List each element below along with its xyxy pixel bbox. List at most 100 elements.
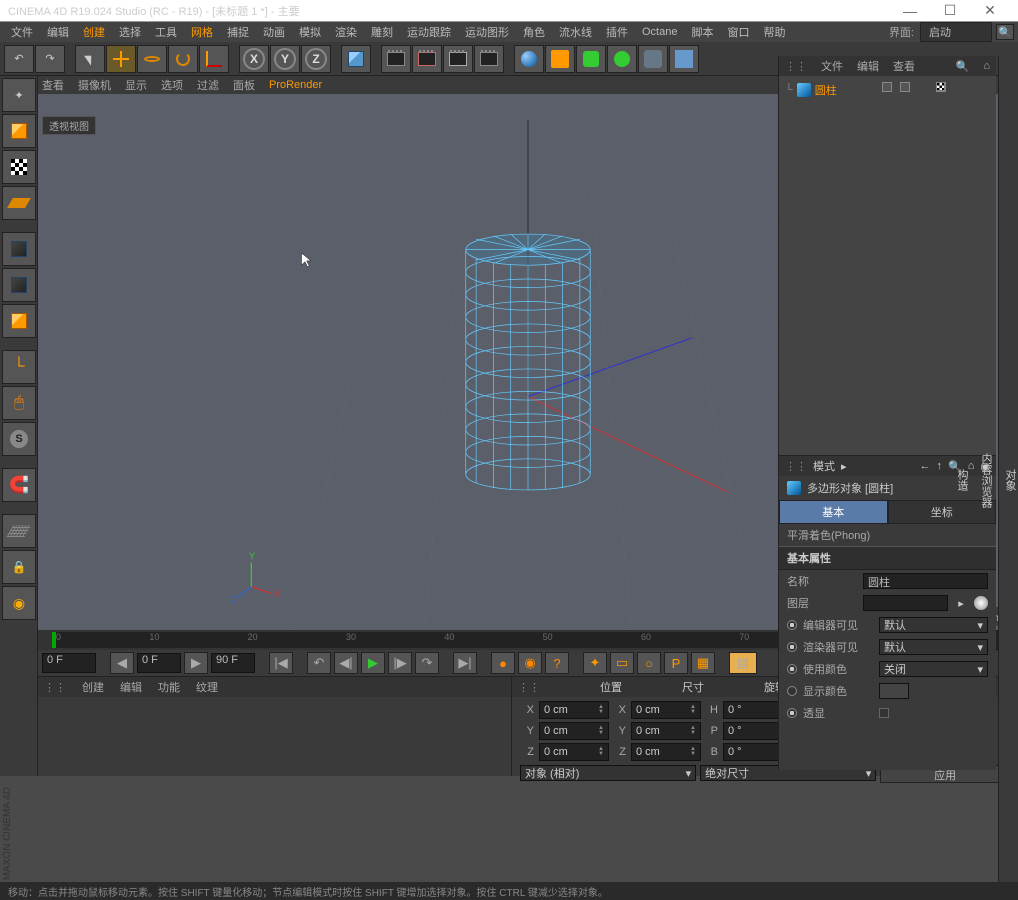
vp-menu-3[interactable]: 选项 (161, 77, 183, 93)
record-button[interactable]: ● (491, 652, 515, 674)
om-home-icon[interactable]: ⌂ (983, 60, 990, 72)
object-tree[interactable]: └ 圆柱 (779, 76, 996, 456)
layer-menu-icon[interactable]: ▸ (954, 597, 968, 610)
xray-checkbox[interactable] (879, 708, 889, 718)
mat-menu-功能[interactable]: 功能 (158, 679, 180, 695)
material-sphere-button[interactable] (514, 45, 544, 73)
vp-menu-1[interactable]: 摄像机 (78, 77, 111, 93)
menu-脚本[interactable]: 脚本 (684, 22, 720, 42)
menu-窗口[interactable]: 窗口 (720, 22, 756, 42)
key-rot-button[interactable]: ○ (637, 652, 661, 674)
search-icon[interactable]: 🔍 (996, 24, 1014, 40)
editor-vis-dropdown[interactable]: 默认▾ (879, 617, 988, 633)
y-axis-toggle[interactable]: Y (270, 45, 300, 73)
coord-mode-dropdown[interactable]: 对象 (相对)▾ (520, 765, 696, 781)
vp-menu-0[interactable]: 查看 (42, 77, 64, 93)
menu-角色[interactable]: 角色 (516, 22, 552, 42)
keyframe-help-button[interactable]: ? (545, 652, 569, 674)
snap-settings-button[interactable]: S (2, 422, 36, 456)
vp-menu-4[interactable]: 过滤 (197, 77, 219, 93)
axis-tool[interactable] (199, 45, 229, 73)
coord-Z-input[interactable]: 0 cm▲▼ (631, 743, 701, 761)
coord-Z-input[interactable]: 0 cm▲▼ (539, 743, 609, 761)
render-settings-button[interactable] (443, 45, 473, 73)
key-param-button[interactable]: P (664, 652, 688, 674)
axis-center-button[interactable]: └ (2, 350, 36, 384)
mat-menu-纹理[interactable]: 纹理 (196, 679, 218, 695)
vp-menu-6[interactable]: ProRender (269, 79, 322, 91)
coord-Y-input[interactable]: 0 cm▲▼ (631, 722, 701, 740)
tab-basic[interactable]: 基本 (779, 500, 888, 524)
vp-menu-5[interactable]: 面板 (233, 77, 255, 93)
layer-picker-icon[interactable] (974, 596, 988, 610)
magnet-button[interactable]: 🧲 (2, 468, 36, 502)
right-dock-strip[interactable]: 对象内容浏览器构造 (998, 56, 1018, 900)
timeline-button[interactable]: ▤ (729, 652, 757, 674)
rotate-tool[interactable] (168, 45, 198, 73)
attr-mode[interactable]: 模式 (813, 458, 835, 474)
om-search-icon[interactable]: 🔍 (956, 60, 970, 73)
editor-vis-radio[interactable] (787, 620, 797, 630)
select-tool[interactable] (75, 45, 105, 73)
coord-X-input[interactable]: 0 cm▲▼ (631, 701, 701, 719)
goto-start-button[interactable]: |◀ (269, 652, 293, 674)
render-vis-dropdown[interactable]: 默认▾ (879, 639, 988, 655)
maximize-button[interactable]: ☐ (930, 2, 970, 19)
interface-dropdown[interactable]: 启动 (920, 22, 992, 42)
render-region-button[interactable] (412, 45, 442, 73)
coord-X-input[interactable]: 0 cm▲▼ (539, 701, 609, 719)
key-scale-button[interactable]: ▭ (610, 652, 634, 674)
step-fwd-button[interactable]: |▶ (388, 652, 412, 674)
menu-流水线[interactable]: 流水线 (552, 22, 599, 42)
coord-Y-input[interactable]: 0 cm▲▼ (539, 722, 609, 740)
texture-mode-button[interactable] (2, 150, 36, 184)
primitive-cube-button[interactable] (341, 45, 371, 73)
frame-start-field[interactable]: 0 F (42, 653, 96, 673)
edge-mode-button[interactable] (2, 268, 36, 302)
goto-end-button[interactable]: ▶| (453, 652, 477, 674)
undo-button[interactable]: ↶ (4, 45, 34, 73)
menu-雕刻[interactable]: 雕刻 (364, 22, 400, 42)
menu-模拟[interactable]: 模拟 (292, 22, 328, 42)
range-start-field[interactable]: 0 F (137, 653, 181, 673)
move-tool[interactable] (106, 45, 136, 73)
step-fwd-key-button[interactable]: ↷ (415, 652, 439, 674)
step-back-button[interactable]: ◀| (334, 652, 358, 674)
menu-Octane[interactable]: Octane (635, 24, 684, 40)
attr-up-icon[interactable]: ↑ (937, 460, 943, 472)
visibility-editor-dot[interactable] (882, 82, 892, 92)
prop-name-input[interactable]: 圆柱 (863, 573, 988, 589)
mat-menu-创建[interactable]: 创建 (82, 679, 104, 695)
menu-帮助[interactable]: 帮助 (756, 22, 792, 42)
prop-layer-input[interactable] (863, 595, 948, 611)
om-file[interactable]: 文件 (821, 58, 843, 74)
model-mode-button[interactable] (2, 114, 36, 148)
menu-运动图形[interactable]: 运动图形 (458, 22, 516, 42)
scale-tool[interactable] (137, 45, 167, 73)
range-prev-button[interactable]: ◀ (110, 652, 134, 674)
phong-tag-icon[interactable] (936, 82, 946, 92)
range-end-field[interactable]: 90 F (211, 653, 255, 673)
autokey-button[interactable]: ◉ (518, 652, 542, 674)
redo-button[interactable]: ↷ (35, 45, 65, 73)
menu-工具[interactable]: 工具 (148, 22, 184, 42)
x-axis-toggle[interactable]: X (239, 45, 269, 73)
isoline-button[interactable]: ◉ (2, 586, 36, 620)
step-back-key-button[interactable]: ↶ (307, 652, 331, 674)
om-view[interactable]: 查看 (893, 58, 915, 74)
z-axis-toggle[interactable]: Z (301, 45, 331, 73)
mograph-button[interactable] (607, 45, 637, 73)
menu-插件[interactable]: 插件 (599, 22, 635, 42)
render-view-button[interactable] (381, 45, 411, 73)
key-pos-button[interactable]: ✦ (583, 652, 607, 674)
mat-menu-编辑[interactable]: 编辑 (120, 679, 142, 695)
menu-编辑[interactable]: 编辑 (40, 22, 76, 42)
menu-运动跟踪[interactable]: 运动跟踪 (400, 22, 458, 42)
object-name[interactable]: 圆柱 (815, 82, 837, 98)
vp-menu-2[interactable]: 显示 (125, 77, 147, 93)
tag-button[interactable] (638, 45, 668, 73)
xray-radio[interactable] (787, 708, 797, 718)
snap-button[interactable]: 🖱 (2, 386, 36, 420)
menu-捕捉[interactable]: 捕捉 (220, 22, 256, 42)
range-next-button[interactable]: ▶ (184, 652, 208, 674)
